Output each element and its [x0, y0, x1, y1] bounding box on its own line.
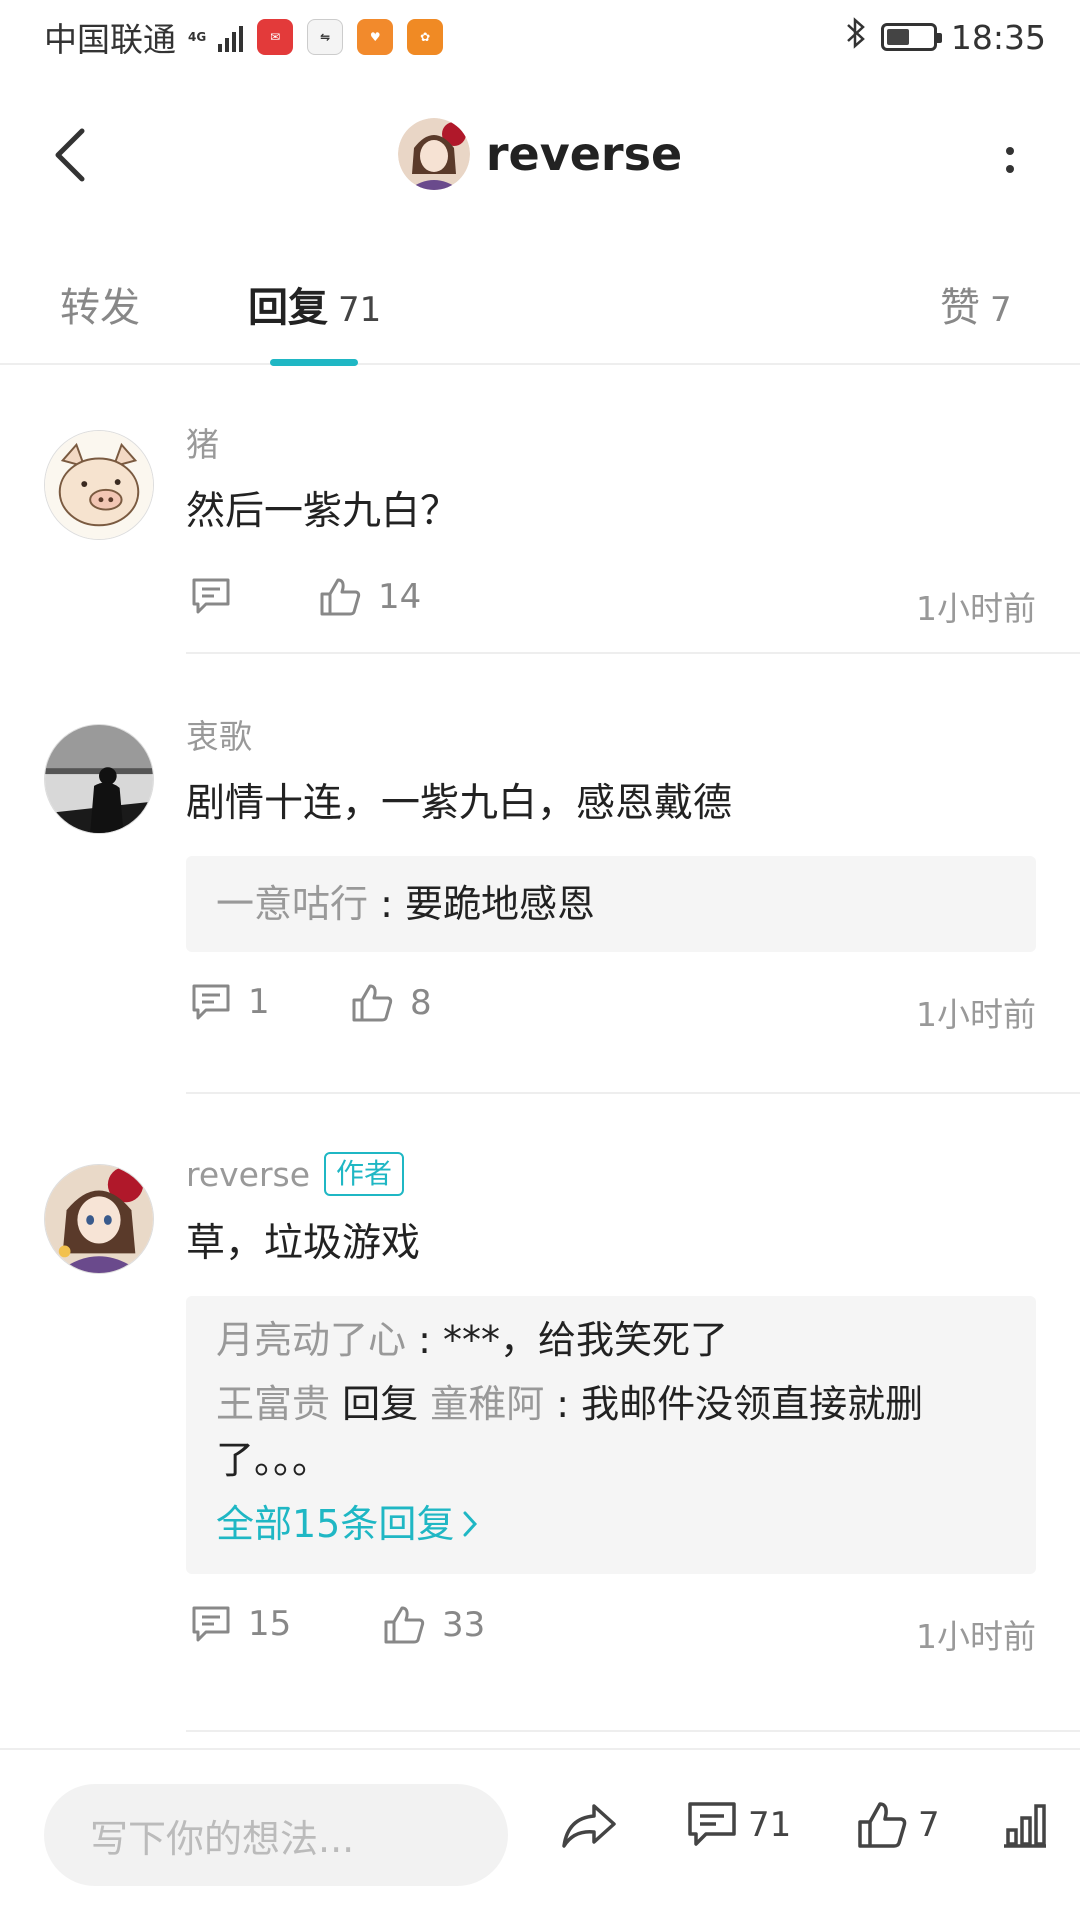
squirrel-app-icon: ✿ [407, 19, 444, 55]
reply-text: ***，给我笑死了 [442, 1318, 728, 1362]
author-avatar[interactable] [397, 118, 470, 190]
reply-author[interactable]: 月亮动了心 [216, 1318, 406, 1362]
comment-count: 1 [248, 982, 270, 1022]
user-avatar[interactable] [44, 430, 154, 540]
reply-target[interactable]: 童稚阿 [430, 1382, 544, 1426]
clock: 18:35 [950, 17, 1046, 57]
bottom-comment-count: 71 [748, 1805, 792, 1845]
bottom-action-bar: 写下你的想法... 71 7 [0, 1748, 1080, 1920]
thumbs-up-icon [352, 984, 393, 1022]
reply-line: 月亮动了心 : ***，给我笑死了 [216, 1318, 728, 1362]
like-button[interactable]: 14 [318, 576, 421, 618]
user-avatar[interactable] [44, 1164, 154, 1274]
tab-indicator [270, 359, 358, 366]
comment-text: 草，垃圾游戏 [186, 1221, 421, 1266]
comment-text: 剧情十连，一紫九白，感恩戴德 [186, 781, 733, 826]
heart-app-icon: ♥ [357, 19, 394, 55]
stats-button[interactable] [1000, 1800, 1050, 1850]
like-count: 14 [378, 577, 422, 617]
thumbs-up-icon [384, 1606, 425, 1644]
reply-line: 王富贵 回复 童稚阿 : 我邮件没领直接就删了。。。 [216, 1382, 924, 1482]
comment-author[interactable]: 衷歌 [186, 710, 252, 758]
thumbs-up-icon [320, 578, 361, 616]
comment-input[interactable]: 写下你的想法... [44, 1784, 508, 1886]
comment-icon [192, 1606, 230, 1642]
header: reverse [0, 90, 1080, 220]
comment-author[interactable]: 猪 [186, 418, 219, 466]
tab-replies[interactable]: 回复 71 [248, 275, 381, 333]
like-count: 33 [442, 1605, 486, 1645]
tab-likes[interactable]: 赞 7 [940, 275, 1012, 333]
battery-icon [880, 23, 942, 51]
bottom-like-button[interactable]: 7 [856, 1800, 940, 1850]
tab-count: 71 [338, 290, 382, 330]
chevron-right-icon [463, 1511, 478, 1537]
reply-line: 一意咕行 : 要跪地感恩 [216, 882, 595, 926]
comment-count: 15 [248, 1604, 292, 1644]
thumbs-up-icon [858, 1802, 907, 1848]
share-button[interactable] [560, 1800, 618, 1850]
bottom-like-count: 7 [918, 1805, 940, 1845]
status-bar: 中国联通 4G ✉ ⇋ ♥ ✿ 18:35 [0, 0, 1080, 74]
tab-label: 赞 [940, 285, 980, 331]
comment-time: 1小时前 [916, 1617, 1036, 1656]
author-badge: 作者 [324, 1152, 405, 1196]
comment-time: 1小时前 [916, 589, 1036, 628]
tab-label: 转发 [60, 285, 140, 331]
bluetooth-icon [845, 16, 867, 58]
comment-time: 1小时前 [916, 995, 1036, 1034]
tab-count: 7 [990, 290, 1012, 330]
like-button[interactable]: 33 [382, 1604, 485, 1646]
divider [186, 1730, 1080, 1732]
reply-author[interactable]: 一意咕行 [216, 882, 368, 926]
reply-preview[interactable]: 月亮动了心 : ***，给我笑死了 王富贵 回复 童稚阿 : 我邮件没领直接就删… [186, 1296, 1036, 1574]
comment-text: 然后一紫九白？ [186, 489, 460, 534]
comment-icon [192, 984, 230, 1020]
comment-author[interactable]: reverse [186, 1155, 310, 1194]
comment-icon [688, 1802, 736, 1846]
all-replies-label: 全部15条回复 [216, 1502, 455, 1546]
more-options-button[interactable] [990, 130, 1030, 190]
link-app-icon: ⇋ [307, 19, 344, 55]
page-title: reverse [485, 127, 683, 181]
comment-reply-button[interactable] [190, 576, 232, 616]
huawei-app-icon: ✉ [257, 19, 294, 55]
divider [186, 1092, 1080, 1094]
bar-chart-icon [1004, 1804, 1046, 1848]
network-type: 4G [188, 30, 207, 44]
reply-text: 要跪地感恩 [404, 882, 595, 926]
like-button[interactable]: 8 [350, 982, 432, 1024]
reply-preview[interactable]: 一意咕行 : 要跪地感恩 [186, 856, 1036, 952]
share-icon [562, 1804, 616, 1848]
comment-reply-button[interactable]: 15 [190, 1604, 291, 1644]
tab-bar: 转发 回复 71 赞 7 [0, 255, 1080, 366]
signal-icon [218, 22, 244, 52]
tab-reposts[interactable]: 转发 [60, 275, 140, 333]
reply-author[interactable]: 王富贵 [216, 1382, 330, 1426]
divider [186, 652, 1080, 654]
comment-icon [192, 578, 230, 614]
tab-label: 回复 [248, 285, 328, 331]
title-group[interactable]: reverse [0, 118, 1080, 190]
carrier-label: 中国联通 [44, 20, 176, 59]
comment-reply-button[interactable]: 1 [190, 982, 270, 1022]
all-replies-link[interactable]: 全部15条回复 [216, 1496, 1006, 1552]
user-avatar[interactable] [44, 724, 154, 834]
comment-input-placeholder: 写下你的想法... [90, 1816, 355, 1861]
more-dots-icon [1006, 147, 1014, 155]
like-count: 8 [410, 983, 432, 1023]
bottom-comment-button[interactable]: 71 [686, 1800, 791, 1850]
